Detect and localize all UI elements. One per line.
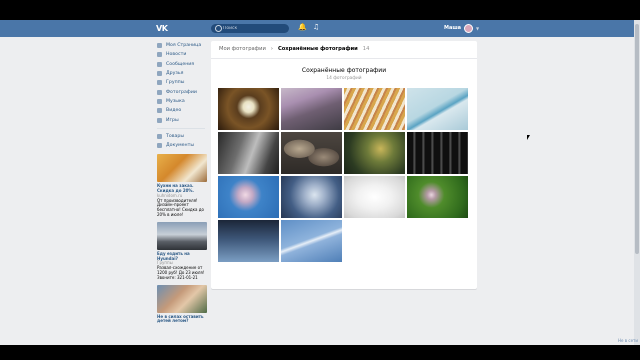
album-subtitle: 14 фотографий bbox=[326, 76, 362, 81]
chevron-right-icon: › bbox=[270, 46, 273, 52]
ad-block[interactable]: Кухни на заказ. Скидка до 20%. kuhnidom.… bbox=[157, 154, 207, 218]
sidebar-item-label: Новости bbox=[166, 52, 187, 58]
music-note-icon[interactable]: ♫ bbox=[313, 23, 320, 32]
ad-block[interactable]: Не в силах оставить детей летом? bbox=[157, 284, 207, 325]
sidebar-item-label: Документы bbox=[166, 143, 195, 149]
sidebar-item-label: Фотографии bbox=[166, 89, 197, 95]
sidebar-item-my-page[interactable]: Моя Страница bbox=[157, 41, 209, 50]
market-icon bbox=[157, 133, 162, 139]
ad-body: Развал-схождение от 1200 руб! До 23 июля… bbox=[157, 265, 205, 280]
album-panel: Мои фотографии › Сохранённые фотографии … bbox=[211, 41, 477, 289]
blossom-sky-photo[interactable] bbox=[218, 176, 279, 218]
sidebar-item-music[interactable]: Музыка bbox=[157, 97, 209, 106]
sidebar-item-label: Товары bbox=[166, 133, 185, 139]
ad-block[interactable]: Еду ездить на Hyundai? Группы Развал-схо… bbox=[157, 221, 207, 281]
search-icon bbox=[215, 25, 222, 32]
documents-icon bbox=[157, 143, 162, 149]
photo-grid bbox=[218, 88, 468, 262]
vk-page: VK 🔔 ♫ Маша ▼ Моя Страница Новости Сообщ… bbox=[0, 20, 640, 345]
music-icon bbox=[157, 98, 162, 104]
earphones-photo[interactable] bbox=[344, 176, 405, 218]
scrollbar[interactable] bbox=[634, 20, 640, 345]
photos-icon bbox=[157, 89, 162, 95]
avatar bbox=[464, 23, 474, 33]
blue-pencil-photo[interactable] bbox=[407, 88, 468, 130]
sidebar-item-games[interactable]: Игры bbox=[157, 115, 209, 124]
mouse-cursor-icon bbox=[527, 135, 530, 140]
forest-path-photo[interactable] bbox=[281, 88, 342, 130]
branches-sky-photo[interactable] bbox=[218, 220, 279, 262]
friends-icon bbox=[157, 71, 162, 77]
clover-flower-photo[interactable] bbox=[407, 176, 468, 218]
sidebar-item-documents[interactable]: Документы bbox=[157, 141, 209, 150]
ad-car-image[interactable] bbox=[157, 221, 207, 250]
user-menu[interactable]: Маша ▼ bbox=[444, 23, 479, 33]
pebbles-photo[interactable] bbox=[281, 132, 342, 174]
home-icon bbox=[157, 43, 162, 49]
breadcrumb-count: 14 bbox=[362, 46, 370, 52]
sidebar-divider bbox=[157, 127, 205, 129]
games-icon bbox=[157, 117, 162, 123]
video-icon bbox=[157, 108, 162, 114]
vk-logo-icon[interactable]: VK bbox=[156, 24, 171, 33]
sidebar-item-label: Друзья bbox=[166, 71, 184, 77]
sidebar-item-friends[interactable]: Друзья bbox=[157, 69, 209, 78]
contrail-sky-photo[interactable] bbox=[281, 220, 342, 262]
search-input[interactable] bbox=[223, 24, 285, 33]
user-name: Маша bbox=[444, 25, 462, 31]
scrollbar-thumb[interactable] bbox=[635, 24, 639, 254]
ad-title[interactable]: Не в силах оставить детей летом? bbox=[157, 314, 207, 325]
daisy-photo[interactable] bbox=[218, 88, 279, 130]
pencils-photo[interactable] bbox=[344, 88, 405, 130]
top-bar: VK 🔔 ♫ Маша ▼ bbox=[0, 20, 634, 37]
groups-icon bbox=[157, 80, 162, 86]
sidebar: Моя Страница Новости Сообщения Друзья Гр… bbox=[157, 41, 209, 324]
news-icon bbox=[157, 52, 162, 58]
sidebar-item-news[interactable]: Новости bbox=[157, 50, 209, 59]
sidebar-item-label: Игры bbox=[166, 117, 179, 123]
sidebar-item-label: Видео bbox=[166, 108, 182, 114]
search-box[interactable] bbox=[211, 24, 289, 33]
messages-icon bbox=[157, 61, 162, 67]
leaves-bokeh-photo[interactable] bbox=[344, 132, 405, 174]
bw-scene-photo[interactable] bbox=[218, 132, 279, 174]
breadcrumb-current: Сохранённые фотографии bbox=[277, 46, 358, 52]
ad-kitchen-image[interactable] bbox=[157, 154, 207, 183]
header-divider bbox=[211, 58, 477, 59]
sidebar-item-photos[interactable]: Фотографии bbox=[157, 87, 209, 96]
notifications-bell-icon[interactable]: 🔔 bbox=[298, 23, 307, 32]
breadcrumb: Мои фотографии › Сохранённые фотографии … bbox=[219, 46, 369, 52]
sidebar-item-label: Сообщения bbox=[166, 61, 195, 67]
sidebar-item-label: Музыка bbox=[166, 98, 185, 104]
sidebar-item-label: Моя Страница bbox=[166, 43, 202, 49]
sidebar-item-video[interactable]: Видео bbox=[157, 106, 209, 115]
status-indicator[interactable]: Не в сети bbox=[618, 338, 638, 343]
sidebar-item-messages[interactable]: Сообщения bbox=[157, 60, 209, 69]
sidebar-item-label: Группы bbox=[166, 80, 185, 86]
breadcrumb-parent-link[interactable]: Мои фотографии bbox=[219, 46, 266, 52]
sidebar-item-market[interactable]: Товары bbox=[157, 132, 209, 141]
bottles-photo[interactable] bbox=[407, 132, 468, 174]
ad-kids-image[interactable] bbox=[157, 284, 207, 313]
sidebar-item-groups[interactable]: Группы bbox=[157, 78, 209, 87]
album-title: Сохранённые фотографии bbox=[301, 67, 387, 74]
hand-flowers-photo[interactable] bbox=[281, 176, 342, 218]
chevron-down-icon: ▼ bbox=[476, 25, 480, 31]
ad-body: От производителя! Дизайн-проект бесплатн… bbox=[157, 197, 204, 218]
